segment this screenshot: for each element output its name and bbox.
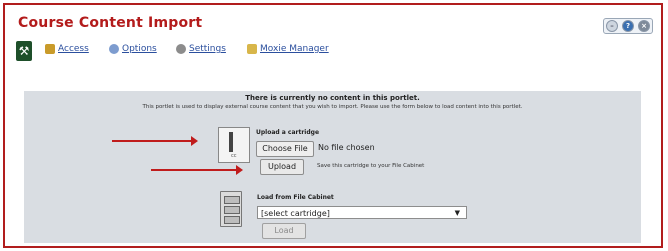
options-icon: [109, 44, 119, 54]
empty-heading: There is currently no content in this po…: [245, 94, 420, 102]
wrench-icon[interactable]: ⚒: [16, 41, 32, 61]
portlet-title: Course Content Import: [18, 15, 203, 31]
key-icon: [45, 44, 55, 54]
empty-description: This portlet is used to display external…: [142, 104, 523, 110]
cartridge-icon: cc: [218, 127, 250, 163]
load-button[interactable]: Load: [262, 223, 306, 239]
annotation-arrow-1: [112, 136, 198, 146]
content-panel: There is currently no content in this po…: [24, 91, 641, 243]
settings-link[interactable]: Settings: [176, 44, 226, 54]
annotation-arrow-2: [151, 165, 243, 175]
portlet-toolbar: ⚒ Access Options Settings Moxie Manager: [13, 41, 655, 63]
folder-icon: [247, 44, 257, 54]
save-note: Save this cartridge to your File Cabinet: [317, 163, 425, 169]
access-link-label: Access: [58, 44, 89, 54]
settings-link-label: Settings: [189, 44, 226, 54]
upload-button[interactable]: Upload: [260, 159, 304, 175]
portlet-frame: Course Content Import – ? × ⚒ Access Opt…: [3, 3, 663, 248]
minimize-icon[interactable]: –: [606, 20, 618, 32]
options-link[interactable]: Options: [109, 44, 157, 54]
help-icon[interactable]: ?: [622, 20, 634, 32]
choose-file-button[interactable]: Choose File: [256, 141, 314, 157]
gear-icon: [176, 44, 186, 54]
chevron-down-icon: ▼: [454, 209, 460, 217]
moxie-manager-link-label: Moxie Manager: [260, 44, 329, 54]
cartridge-select[interactable]: [select cartridge] ▼: [257, 206, 467, 219]
access-link[interactable]: Access: [45, 44, 89, 54]
cabinet-label: Load from File Cabinet: [257, 194, 334, 201]
close-icon[interactable]: ×: [638, 20, 650, 32]
cartridge-select-value: [select cartridge]: [261, 209, 330, 218]
file-cabinet-icon: [220, 191, 242, 227]
options-link-label: Options: [122, 44, 157, 54]
upload-label: Upload a cartridge: [256, 129, 320, 136]
file-status: No file chosen: [318, 143, 375, 152]
moxie-manager-link[interactable]: Moxie Manager: [247, 44, 329, 54]
window-controls: – ? ×: [603, 18, 653, 34]
